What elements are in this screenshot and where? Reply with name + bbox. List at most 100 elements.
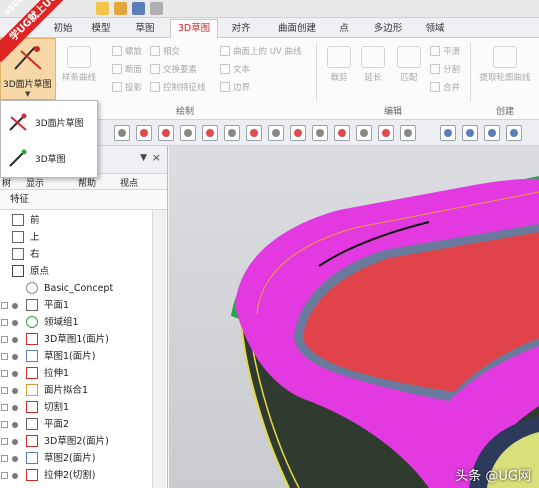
rotate-icon[interactable]: [484, 125, 500, 141]
view-icon-2[interactable]: [136, 125, 152, 141]
trim-button[interactable]: 裁剪: [322, 44, 356, 88]
visibility-icon[interactable]: [12, 405, 18, 411]
view-icon-11[interactable]: [334, 125, 350, 141]
tab-3d-sketch[interactable]: 3D草图: [170, 19, 218, 39]
visibility-icon[interactable]: [12, 456, 18, 462]
tree-item[interactable]: 切割1: [0, 399, 152, 416]
select-icon[interactable]: [440, 125, 456, 141]
tree-item[interactable]: 原点: [0, 263, 152, 280]
split-button[interactable]: 分割: [430, 62, 460, 75]
view-icon-5[interactable]: [202, 125, 218, 141]
tab-viewpoint[interactable]: 视点: [120, 176, 138, 189]
view-icon-9[interactable]: [290, 125, 306, 141]
tab-polygon[interactable]: 多边形: [366, 20, 410, 38]
tree-item[interactable]: 面片拟合1: [0, 382, 152, 399]
match-button[interactable]: 匹配: [392, 44, 426, 88]
tree-item[interactable]: 前: [0, 212, 152, 229]
tab-model[interactable]: 模型: [84, 20, 118, 38]
view-icon-12[interactable]: [356, 125, 372, 141]
menu-item-3d-mesh-sketch[interactable]: 3D面片草图: [1, 105, 97, 139]
visibility-icon[interactable]: [12, 439, 18, 445]
visibility-icon[interactable]: [12, 422, 18, 428]
open-file-icon[interactable]: [114, 2, 127, 15]
visibility-icon[interactable]: [12, 320, 18, 326]
visibility-icon[interactable]: [12, 303, 18, 309]
expand-icon[interactable]: [1, 455, 8, 462]
pin-icon[interactable]: ▼: [140, 153, 147, 163]
control-feature-line-button[interactable]: 控制特征线: [150, 80, 206, 93]
save-icon[interactable]: [132, 2, 145, 15]
view-icon-3[interactable]: [158, 125, 174, 141]
spline-button[interactable]: 样条曲线: [62, 44, 96, 88]
tree-item[interactable]: 拉伸1: [0, 365, 152, 382]
intersect-button[interactable]: 投影: [112, 80, 142, 93]
view-icon-13[interactable]: [378, 125, 394, 141]
tree-item-label: 右: [30, 249, 40, 260]
tree-item[interactable]: 平面2: [0, 416, 152, 433]
tab-point[interactable]: 点: [332, 20, 356, 38]
tab-region[interactable]: 领域: [418, 20, 452, 38]
ellipse-button[interactable]: 相交: [150, 44, 180, 57]
view-icon-7[interactable]: [246, 125, 262, 141]
menu-item-3d-sketch[interactable]: 3D草图: [1, 141, 97, 175]
tab-align[interactable]: 对齐: [224, 20, 258, 38]
visibility-icon[interactable]: [12, 388, 18, 394]
split-icon: [430, 63, 440, 74]
3d-mesh-sketch-button[interactable]: 3D面片草图 ▼: [0, 38, 56, 100]
view-icon-10[interactable]: [312, 125, 328, 141]
expand-icon[interactable]: [1, 353, 8, 360]
visibility-icon[interactable]: [12, 337, 18, 343]
origin-icon: [12, 265, 24, 277]
expand-icon[interactable]: [1, 472, 8, 479]
tree-item[interactable]: 草图1(面片): [0, 348, 152, 365]
tree-item[interactable]: 3D草图2(面片): [0, 433, 152, 450]
visibility-icon[interactable]: [12, 354, 18, 360]
plane-icon: [12, 214, 24, 226]
tree-item[interactable]: 草图2(面片): [0, 450, 152, 467]
3d-viewport[interactable]: 头条 @UG网: [169, 146, 539, 488]
expand-icon[interactable]: [1, 336, 8, 343]
part-model: [169, 146, 539, 488]
tab-sketch[interactable]: 草图: [128, 20, 162, 38]
close-icon[interactable]: ×: [152, 151, 161, 164]
tab-initial[interactable]: 初始: [46, 20, 80, 38]
view-icon-6[interactable]: [224, 125, 240, 141]
visibility-icon[interactable]: [12, 473, 18, 479]
tree-item[interactable]: 领域组1: [0, 314, 152, 331]
expand-icon[interactable]: [1, 438, 8, 445]
boundary-button[interactable]: 边界: [220, 80, 250, 93]
extend-button[interactable]: 延长: [356, 44, 390, 88]
tab-surface-create[interactable]: 曲面创建: [268, 20, 326, 38]
extract-contour-button[interactable]: 提取轮廓曲线: [474, 44, 536, 88]
view-icon-8[interactable]: [268, 125, 284, 141]
expand-icon[interactable]: [1, 404, 8, 411]
tree-item[interactable]: 平面1: [0, 297, 152, 314]
section-button[interactable]: 断面: [112, 62, 142, 75]
helix-button[interactable]: 螺旋: [112, 44, 142, 57]
tree-item[interactable]: 右: [0, 246, 152, 263]
tree-item-label: 领域组1: [44, 317, 79, 328]
expand-icon[interactable]: [1, 302, 8, 309]
zoom-icon[interactable]: [462, 125, 478, 141]
visibility-icon[interactable]: [12, 371, 18, 377]
undo-icon[interactable]: [150, 2, 163, 15]
smooth-button[interactable]: 平滑: [430, 44, 460, 57]
view-icon-4[interactable]: [180, 125, 196, 141]
merge-button[interactable]: 合并: [430, 80, 460, 93]
view-icon-1[interactable]: [114, 125, 130, 141]
expand-icon[interactable]: [1, 387, 8, 394]
expand-icon[interactable]: [1, 421, 8, 428]
view-icon-14[interactable]: [400, 125, 416, 141]
tree-item[interactable]: 上: [0, 229, 152, 246]
new-file-icon[interactable]: [96, 2, 109, 15]
swap-element-button[interactable]: 交换要素: [150, 62, 197, 75]
tree-item[interactable]: Basic_Concept: [0, 280, 152, 297]
tree-item[interactable]: 3D草图1(面片): [0, 331, 152, 348]
expand-icon[interactable]: [1, 370, 8, 377]
pan-icon[interactable]: [506, 125, 522, 141]
text-button[interactable]: 文本: [220, 62, 250, 75]
expand-icon[interactable]: [1, 319, 8, 326]
tree-item[interactable]: 拉伸2(切割): [0, 467, 152, 484]
uv-curve-button[interactable]: 曲面上的 UV 曲线: [220, 44, 301, 57]
tree-scrollbar[interactable]: [152, 210, 166, 488]
